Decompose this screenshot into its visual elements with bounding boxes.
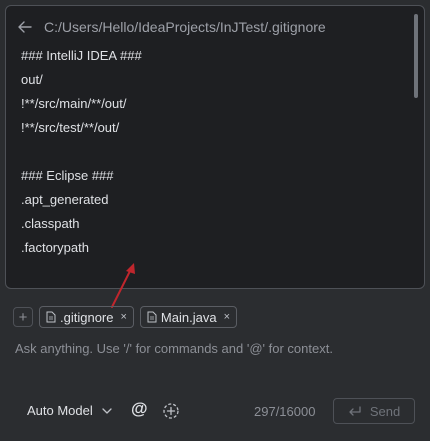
add-context-button[interactable]: + <box>13 307 33 327</box>
file-line: out/ <box>21 72 43 87</box>
file-line: ### IntelliJ IDEA ### <box>21 48 142 63</box>
chip-label: .gitignore <box>60 309 114 325</box>
send-label: Send <box>369 403 401 419</box>
file-icon <box>46 311 56 323</box>
back-arrow-icon[interactable] <box>18 21 32 33</box>
file-line: !**/src/test/**/out/ <box>21 120 120 135</box>
close-icon[interactable]: × <box>224 311 230 323</box>
context-chip-gitignore[interactable]: .gitignore × <box>39 306 134 328</box>
file-line: .apt_generated <box>21 192 109 207</box>
context-chips: + .gitignore × Main.java × <box>13 306 237 328</box>
at-mention-icon[interactable]: @ <box>131 399 148 419</box>
file-preview-panel: C:/Users/Hello/IdeaProjects/InJTest/.git… <box>5 5 425 289</box>
path-row: C:/Users/Hello/IdeaProjects/InJTest/.git… <box>18 17 326 37</box>
file-icon <box>147 311 157 323</box>
model-selector[interactable]: Auto Model <box>27 403 112 418</box>
chevron-down-icon <box>102 407 112 414</box>
enter-icon <box>349 405 361 416</box>
file-line: .classpath <box>21 216 80 231</box>
model-label: Auto Model <box>27 403 93 418</box>
add-context-icon[interactable] <box>162 402 180 420</box>
file-content: ### IntelliJ IDEA ### out/ !**/src/main/… <box>21 44 142 260</box>
context-chip-main-java[interactable]: Main.java × <box>139 306 237 328</box>
file-line: !**/src/main/**/out/ <box>21 96 127 111</box>
file-line: ### Eclipse ### <box>21 168 114 183</box>
close-icon[interactable]: × <box>120 311 126 323</box>
character-counter: 297/16000 <box>254 404 316 419</box>
chat-input[interactable]: Ask anything. Use '/' for commands and '… <box>15 341 333 356</box>
file-line <box>21 140 142 164</box>
file-path: C:/Users/Hello/IdeaProjects/InJTest/.git… <box>44 19 326 35</box>
chip-label: Main.java <box>160 309 217 325</box>
input-toolbar: Auto Model @ 297/16000 Send <box>0 398 430 426</box>
send-button[interactable]: Send <box>333 398 415 424</box>
scrollbar-thumb[interactable] <box>414 14 418 98</box>
